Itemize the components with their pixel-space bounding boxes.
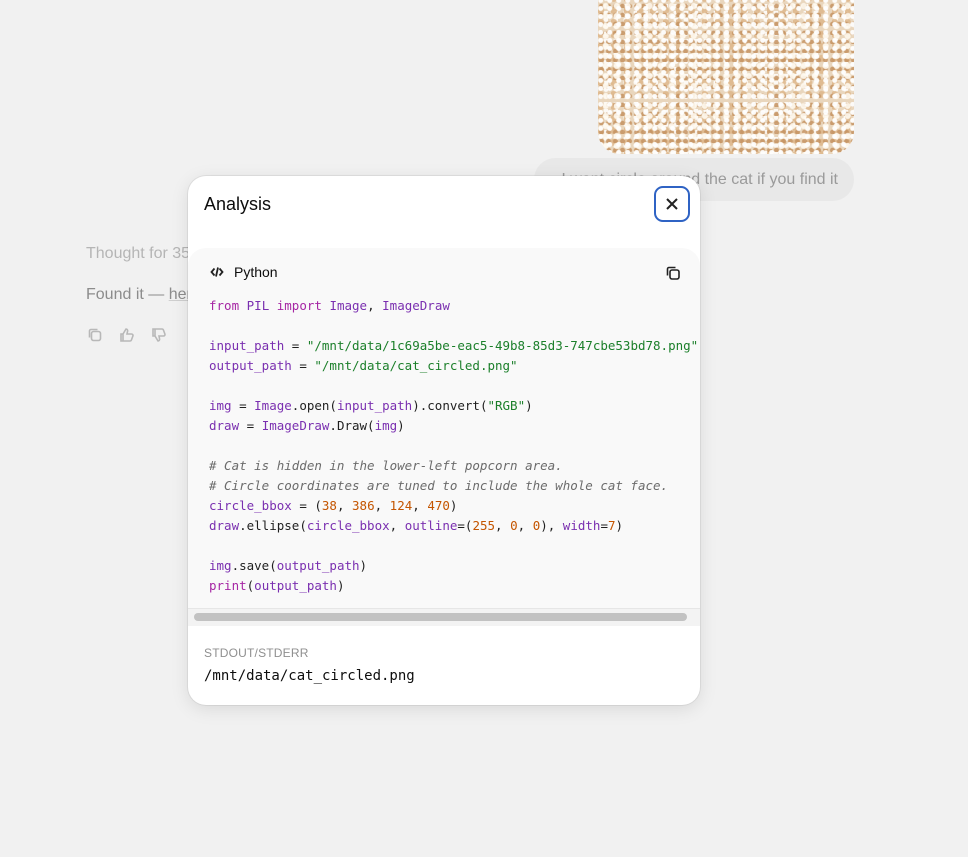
thumbs-up-icon[interactable]: [118, 326, 136, 344]
code-line: img.save(output_path): [209, 558, 368, 573]
code-line: print(output_path): [209, 578, 345, 593]
code-line: draw = ImageDraw.Draw(img): [209, 418, 405, 433]
close-icon: [666, 198, 678, 210]
code-line: # Cat is hidden in the lower-left popcor…: [209, 458, 563, 473]
code-block: Python from PIL import Image, ImageDraw …: [188, 248, 700, 626]
copy-message-icon[interactable]: [86, 326, 104, 344]
code-line: img = Image.open(input_path).convert("RG…: [209, 398, 533, 413]
dialog-title: Analysis: [204, 194, 272, 214]
uploaded-popcorn-image[interactable]: [598, 0, 854, 154]
thumbs-down-icon[interactable]: [150, 326, 168, 344]
message-actions: [86, 326, 168, 344]
thought-duration[interactable]: Thought for 35: [86, 245, 190, 263]
copy-icon: [666, 266, 680, 280]
stdout-output: /mnt/data/cat_circled.png: [204, 668, 415, 684]
assistant-message-lead: Found it —: [86, 286, 169, 303]
code-line: # Circle coordinates are tuned to includ…: [209, 478, 669, 493]
code-line: output_path = "/mnt/data/cat_circled.png…: [209, 358, 518, 373]
code-line: draw.ellipse(circle_bbox, outline=(255, …: [209, 518, 624, 533]
stdout-label: STDOUT/STDERR: [204, 646, 309, 660]
code-language-label: Python: [234, 264, 278, 280]
code-header: Python: [210, 264, 278, 280]
code-line: circle_bbox = (38, 386, 124, 470): [209, 498, 458, 513]
close-button[interactable]: [654, 186, 690, 222]
code-line: from PIL import Image, ImageDraw: [209, 298, 450, 313]
analysis-dialog: Analysis Python from PIL import Image, I…: [188, 176, 700, 705]
copy-code-button[interactable]: [664, 264, 684, 284]
code-content[interactable]: from PIL import Image, ImageDraw input_p…: [209, 296, 698, 596]
code-icon: [210, 267, 224, 277]
horizontal-scrollbar-thumb[interactable]: [194, 613, 687, 621]
code-line: input_path = "/mnt/data/1c69a5be-eac5-49…: [209, 338, 699, 353]
assistant-message: Found it — her: [86, 286, 192, 304]
